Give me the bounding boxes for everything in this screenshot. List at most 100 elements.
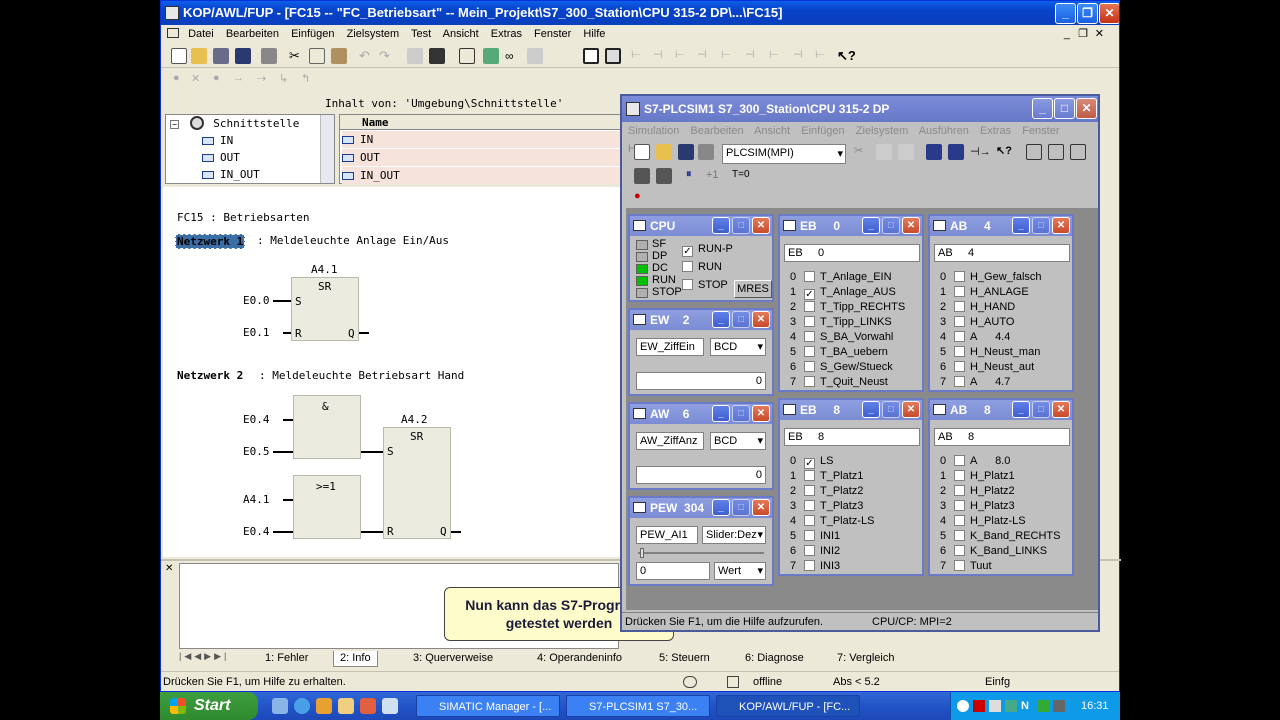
bit-checkbox[interactable] (954, 515, 965, 526)
ab8-address-field[interactable]: AB 8 (934, 428, 1070, 446)
close-button[interactable]: ✕ (752, 217, 770, 234)
quicklaunch-app-icon[interactable] (360, 698, 376, 714)
tree-item-out[interactable]: OUT (202, 149, 240, 166)
bit-checkbox[interactable] (954, 361, 965, 372)
minimize-button[interactable]: _ (712, 217, 730, 234)
branch-icon[interactable]: ⊣ (697, 48, 713, 64)
bit-row[interactable]: 6 S_Gew/Stueck (790, 360, 893, 375)
bit-checkbox[interactable] (954, 530, 965, 541)
or-box[interactable]: >=1 (293, 475, 361, 539)
menu-bearbeiten[interactable]: Bearbeiten (690, 125, 743, 137)
empty-box-icon[interactable]: ⊢ (815, 48, 831, 64)
paste-icon[interactable] (898, 144, 914, 160)
maximize-button[interactable]: □ (882, 217, 900, 234)
bit-row[interactable]: 6 H_Neust_aut (940, 360, 1034, 375)
minimize-button[interactable]: _ (862, 401, 880, 418)
monitor-icon[interactable] (459, 48, 475, 64)
close-branch-icon[interactable]: ⊣ (745, 48, 761, 64)
tray-security-icon[interactable] (973, 700, 985, 712)
tray-network-icon[interactable] (989, 700, 1001, 712)
bit-row[interactable]: 0 ✓ LS (790, 454, 833, 469)
bit-checkbox[interactable] (804, 271, 815, 282)
network2-label[interactable]: Netzwerk 2 (177, 369, 243, 382)
connection-select[interactable]: PLCSIM(MPI) ▾ (722, 144, 846, 164)
network1-sr-address[interactable]: A4.1 (311, 263, 338, 276)
save-icon[interactable] (678, 144, 694, 160)
quicklaunch-media-icon[interactable] (316, 698, 332, 714)
menu-einfuegen[interactable]: Einfügen (801, 125, 844, 137)
bit-row[interactable]: 6 INI2 (790, 544, 840, 559)
aw-title-bar[interactable]: AW 6 _ □ ✕ (630, 404, 772, 424)
menu-bearbeiten[interactable]: Bearbeiten (226, 28, 279, 40)
bit-checkbox[interactable] (954, 286, 965, 297)
maximize-button[interactable]: □ (732, 311, 750, 328)
and-input-1[interactable]: E0.4 (243, 413, 270, 426)
ab4-address-field[interactable]: AB 4 (934, 244, 1070, 262)
bit-checkbox[interactable] (804, 500, 815, 511)
bit-row[interactable]: 5 K_Band_RECHTS (940, 529, 1061, 544)
bit-checkbox[interactable] (804, 560, 815, 571)
reset-timers-label[interactable]: T=0 (732, 169, 750, 180)
contact-icon[interactable]: ⊣ (653, 48, 669, 64)
cut-icon[interactable]: ✂ (854, 144, 870, 160)
bit-row[interactable]: 2 T_Platz2 (790, 484, 863, 499)
bit-checkbox[interactable] (954, 470, 965, 481)
maximize-button[interactable]: □ (1032, 217, 1050, 234)
bit-row[interactable]: 4 T_Platz-LS (790, 514, 874, 529)
table-row[interactable]: OUT (342, 149, 624, 166)
bit-row[interactable]: 5 H_Neust_man (940, 345, 1040, 360)
menu-fenster[interactable]: Fenster (534, 28, 571, 40)
open-branch-icon[interactable]: ⊣ (793, 48, 809, 64)
bit-row[interactable]: 1 ✓ T_Anlage_AUS (790, 285, 896, 300)
eb8-title-bar[interactable]: EB 8 _ □ ✕ (780, 400, 922, 420)
tree-scrollbar[interactable] (320, 115, 334, 183)
menu-ansicht[interactable]: Ansicht (443, 28, 479, 40)
pause-icon[interactable]: ⏸ (686, 168, 702, 184)
tray-app-icon[interactable] (1053, 700, 1065, 712)
copy-icon[interactable] (876, 144, 892, 160)
menu-extras[interactable]: Extras (980, 125, 1011, 137)
connect-icon[interactable]: ⊢ (769, 48, 785, 64)
bit-row[interactable]: 3 T_Platz3 (790, 499, 863, 514)
bit-row[interactable]: 3 H_Platz3 (940, 499, 1015, 514)
menu-datei[interactable]: Datei (188, 28, 214, 40)
step-into-icon[interactable]: ↳ (279, 72, 295, 88)
tab-querverweise[interactable]: 3: Querverweise (407, 651, 499, 667)
ab8-title-bar[interactable]: AB 8 _ □ ✕ (930, 400, 1072, 420)
breakpoint-icon[interactable]: ● (173, 72, 189, 88)
bit-checkbox[interactable] (804, 361, 815, 372)
tab-steuern[interactable]: 5: Steuern (653, 651, 716, 667)
bit-checkbox[interactable] (954, 485, 965, 496)
download-icon[interactable] (407, 48, 423, 64)
save-icon[interactable] (235, 48, 251, 64)
close-button[interactable]: ✕ (1052, 217, 1070, 234)
bit-checkbox[interactable] (954, 500, 965, 511)
and-box[interactable]: & (293, 395, 361, 459)
maximize-button[interactable]: □ (732, 405, 750, 422)
menu-test[interactable]: Test (411, 28, 431, 40)
aw-variable-field[interactable]: AW_ZiffAnz (636, 432, 704, 450)
close-button[interactable]: ✕ (902, 401, 920, 418)
menu-zielsystem[interactable]: Zielsystem (856, 125, 909, 137)
insert-output-icon[interactable] (948, 144, 964, 160)
mres-button[interactable]: MRES (734, 280, 772, 298)
panel-close-icon[interactable]: ✕ (165, 563, 173, 574)
open-icon[interactable] (656, 144, 672, 160)
open-icon[interactable] (191, 48, 207, 64)
new-icon[interactable] (634, 144, 650, 160)
or-input-2[interactable]: E0.4 (243, 525, 270, 538)
eb0-title-bar[interactable]: EB 0 _ □ ✕ (780, 216, 922, 236)
close-button[interactable]: ✕ (902, 217, 920, 234)
bit-row[interactable]: 1 T_Platz1 (790, 469, 863, 484)
bit-checkbox[interactable] (804, 316, 815, 327)
glasses-icon[interactable]: ∞ (505, 48, 521, 64)
bit-row[interactable]: 5 INI1 (790, 529, 840, 544)
pew-variable-field[interactable]: PEW_AI1 (636, 526, 698, 544)
quicklaunch-ie-icon[interactable] (294, 698, 310, 714)
network2-sr-box[interactable]: SR S R Q (383, 427, 451, 539)
bit-row[interactable]: 4 A 4.4 (940, 330, 1010, 345)
close-button[interactable]: ✕ (752, 499, 770, 516)
bit-row[interactable]: 1 H_Platz1 (940, 469, 1015, 484)
tray-update-icon[interactable] (1037, 700, 1049, 712)
bit-checkbox[interactable] (804, 545, 815, 556)
